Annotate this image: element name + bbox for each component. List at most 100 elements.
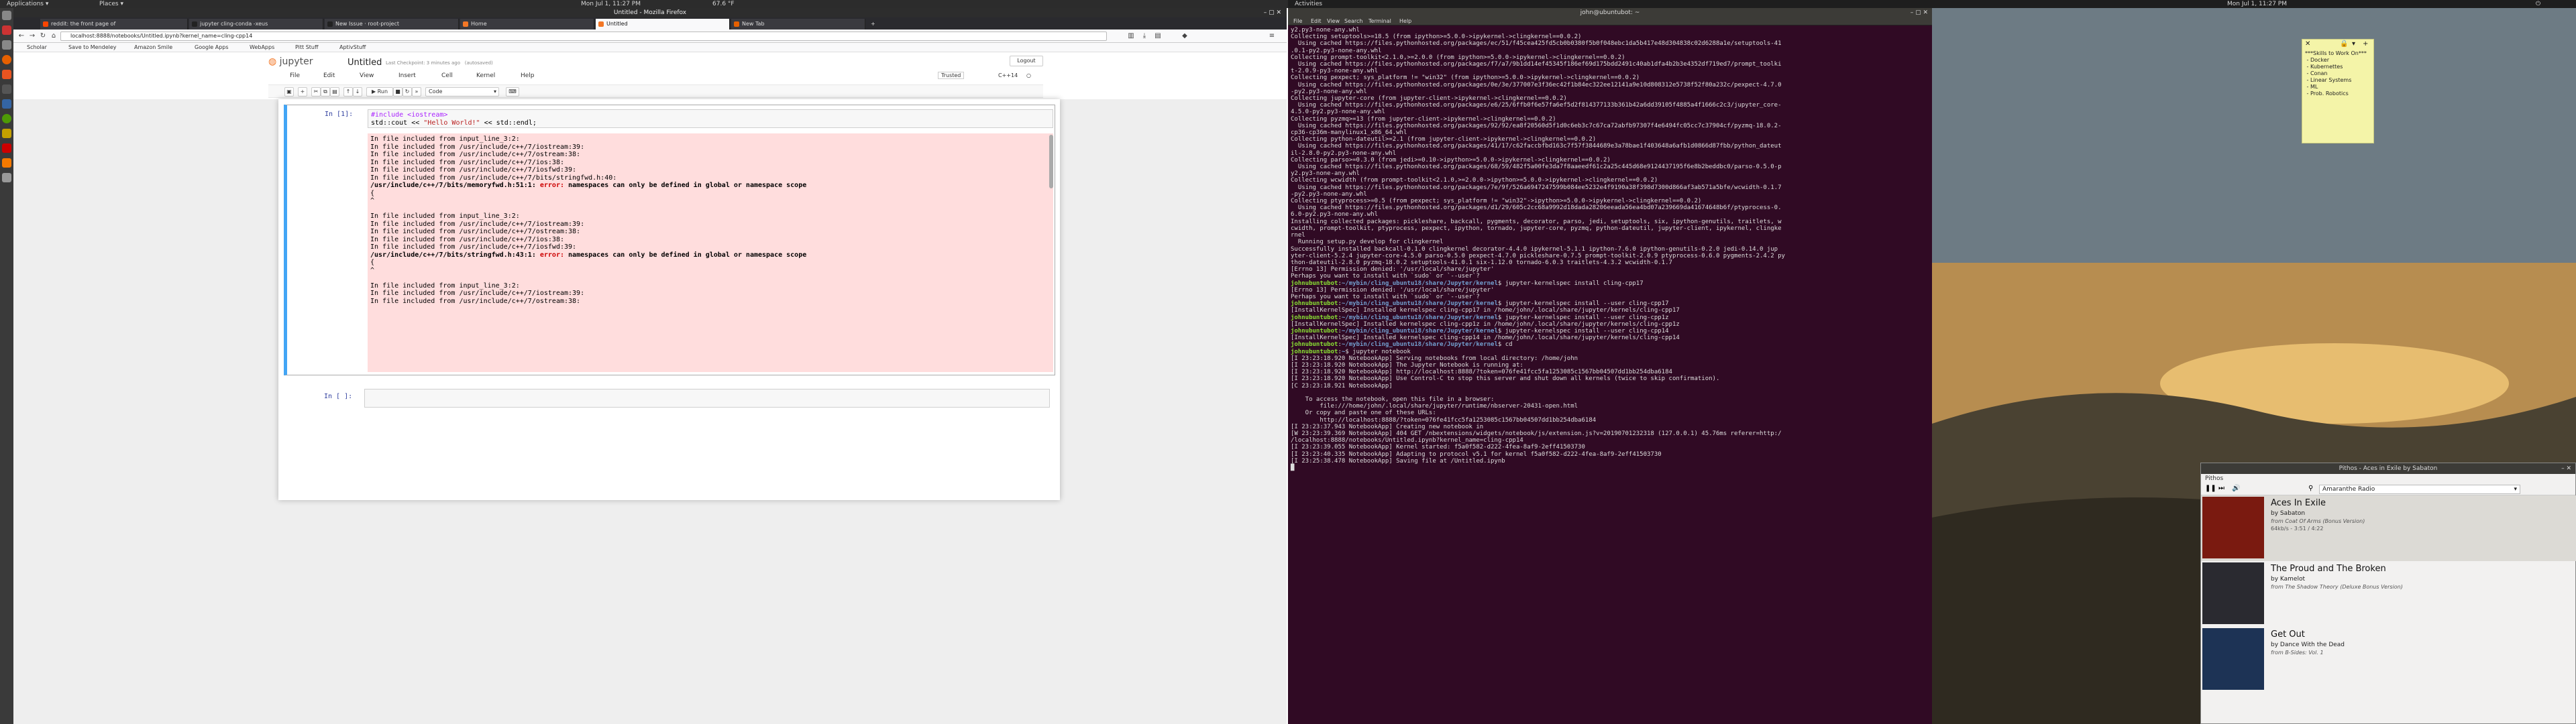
station-select[interactable]: Amaranthe Radio ▾ <box>2319 485 2520 494</box>
clock[interactable]: Mon Jul 1, 11:27 PM <box>581 0 641 8</box>
logout-button[interactable]: Logout <box>1010 56 1043 66</box>
forward-icon[interactable]: → <box>28 32 36 40</box>
song-row[interactable]: Aces In Exile by Sabaton from Coat Of Ar… <box>2201 495 2576 561</box>
sidebar-icon[interactable]: ▤ <box>1154 32 1162 40</box>
window-controls[interactable]: – ✕ <box>2561 463 2571 474</box>
jupyter-logo[interactable]: ◍ jupyter <box>268 56 313 67</box>
tab-untitled[interactable]: Untitled <box>596 19 730 29</box>
new-tab-button[interactable]: + <box>867 19 880 29</box>
menu-terminal[interactable]: Terminal <box>1368 17 1391 25</box>
menu-help[interactable]: Help <box>521 72 535 79</box>
cut-icon[interactable]: ✂ <box>311 87 321 97</box>
applications-menu[interactable]: Applications ▾ <box>7 0 48 8</box>
url-bar[interactable]: localhost:8888/notebooks/Untitled.ipynb?… <box>60 32 1107 41</box>
save-icon[interactable]: ▣ <box>284 87 294 97</box>
bookmark-webapps[interactable]: WebApps <box>250 43 274 52</box>
song-row[interactable]: The Proud and The Broken by Kamelot from… <box>2201 561 2576 627</box>
add-cell-icon[interactable]: + <box>298 87 307 97</box>
fast-forward-icon[interactable]: » <box>412 87 421 97</box>
code-editor[interactable]: #include <iostream> std::cout << "Hello … <box>368 109 1053 128</box>
app-icon[interactable] <box>2 99 11 109</box>
menu-cell[interactable]: Cell <box>441 72 453 79</box>
bookmark-amazon[interactable]: Amazon Smile <box>134 43 172 52</box>
window-controls[interactable]: – ▢ ✕ <box>1264 8 1281 17</box>
download-icon[interactable]: ⤓ <box>1140 32 1148 40</box>
bookmark-google-apps[interactable]: Google Apps <box>195 43 229 52</box>
menu-help[interactable]: Help <box>1399 17 1411 25</box>
volume-icon[interactable]: 🔊 <box>2232 485 2240 492</box>
terminal-output[interactable]: y2.py3-none-any.whl Collecting setuptools… <box>1288 25 1932 724</box>
activities-button[interactable]: Activities <box>1295 0 1322 8</box>
move-down-icon[interactable]: ↓ <box>353 87 362 97</box>
app-icon[interactable] <box>2 84 11 94</box>
chrome-icon[interactable] <box>2 114 11 123</box>
trash-icon[interactable] <box>2 173 11 182</box>
restart-icon[interactable]: ↻ <box>402 87 412 97</box>
home-icon[interactable]: ⌂ <box>50 32 58 40</box>
menu-insert[interactable]: Insert <box>398 72 416 79</box>
cell-type-select[interactable]: Code ▾ <box>425 87 499 97</box>
menu-search[interactable]: Search <box>1344 17 1362 25</box>
song-row[interactable]: Get Out by Dance With the Dead from B-Si… <box>2201 627 2576 692</box>
terminal-icon[interactable] <box>2 40 11 50</box>
extension-icon[interactable]: ◆ <box>1181 32 1189 40</box>
close-icon[interactable]: ✕ <box>2305 40 2310 48</box>
lock-icon[interactable]: 🔒 <box>2340 40 2348 48</box>
app-icon[interactable] <box>2 129 11 138</box>
software-center-icon[interactable] <box>2 70 11 79</box>
settings-icon[interactable] <box>2 25 11 35</box>
bookmark-scholar[interactable]: Scholar <box>27 43 47 52</box>
stop-icon[interactable]: ■ <box>393 87 402 97</box>
code-cell-2[interactable]: In [ ]: <box>284 386 1055 412</box>
run-button[interactable]: ▶ Run <box>366 87 393 97</box>
menu-edit[interactable]: Edit <box>323 72 335 79</box>
places-menu[interactable]: Places ▾ <box>99 0 123 8</box>
move-up-icon[interactable]: ↑ <box>343 87 353 97</box>
tab-home[interactable]: Home <box>460 19 594 29</box>
pause-icon[interactable]: ❚❚ <box>2205 485 2216 492</box>
terminal-line: johnubuntubot:~/mybin/cling_ubuntu18/sha… <box>1291 341 1513 349</box>
bookmark-pitt-stuff[interactable]: Pitt Stuff <box>295 43 318 52</box>
terminal-line: 6.0-py2.py3-none-any.whl <box>1291 211 1379 219</box>
tab-github-cling[interactable]: jupyter cling-conda -xeus <box>189 19 323 29</box>
tab-new-tab[interactable]: New Tab <box>731 19 865 29</box>
mendeley-icon[interactable] <box>2 143 11 153</box>
add-icon[interactable]: + <box>2363 40 2368 48</box>
chevron-down-icon[interactable]: ▾ <box>2352 40 2355 48</box>
clock[interactable]: Mon Jul 1, 11:27 PM <box>2227 0 2287 8</box>
bookmark-mendeley[interactable]: Save to Mendeley <box>68 43 117 52</box>
terminal-line: johnubuntubot:~/mybin/cling_ubuntu18/sha… <box>1291 327 1669 335</box>
files-icon[interactable] <box>2 11 11 20</box>
window-controls[interactable]: – ▢ ✕ <box>1911 8 1928 17</box>
tab-reddit[interactable]: reddit: the front page of <box>40 19 188 29</box>
skip-icon[interactable]: ⏭ <box>2218 485 2224 492</box>
tab-new-issue[interactable]: New Issue · root-project <box>325 19 459 29</box>
paste-icon[interactable]: ▤ <box>330 87 339 97</box>
firefox-icon[interactable] <box>2 55 11 64</box>
sticky-text[interactable]: ***Skills to Work On*** - Docker - Kuber… <box>2302 49 2373 99</box>
library-icon[interactable]: ▥ <box>1127 32 1135 40</box>
copy-icon[interactable]: ⧉ <box>321 87 330 97</box>
menu-view[interactable]: View <box>360 72 374 79</box>
app-icon[interactable] <box>2 158 11 168</box>
menu-file[interactable]: File <box>290 72 300 79</box>
bookmark-aptiv-stuff[interactable]: AptivStuff <box>339 43 366 52</box>
firefox-icon <box>734 21 739 27</box>
menu-icon[interactable]: ≡ <box>1268 32 1276 40</box>
back-icon[interactable]: ← <box>17 32 25 40</box>
menu-edit[interactable]: Edit <box>1311 17 1322 25</box>
song-title: Get Out <box>2271 629 2305 640</box>
code-editor[interactable] <box>364 389 1050 408</box>
menu-file[interactable]: File <box>1293 17 1302 25</box>
sticky-note[interactable]: ✕ 🔒 ▾ + ***Skills to Work On*** - Docker… <box>2302 39 2374 143</box>
menu-kernel[interactable]: Kernel <box>476 72 495 79</box>
code-cell-1[interactable]: In [1]: #include <iostream> std::cout <<… <box>284 105 1055 375</box>
system-tray-icon[interactable]: ⏻ <box>2536 0 2540 8</box>
output-scrollbar[interactable] <box>1049 135 1053 188</box>
weather-readout[interactable]: 67.6 °F <box>712 0 735 8</box>
menu-view[interactable]: View <box>1327 17 1340 25</box>
command-palette-icon[interactable]: ⌨ <box>506 87 519 97</box>
trusted-badge[interactable]: Trusted <box>938 72 965 79</box>
notebook-title[interactable]: Untitled <box>347 58 382 68</box>
reload-icon[interactable]: ↻ <box>39 32 47 40</box>
